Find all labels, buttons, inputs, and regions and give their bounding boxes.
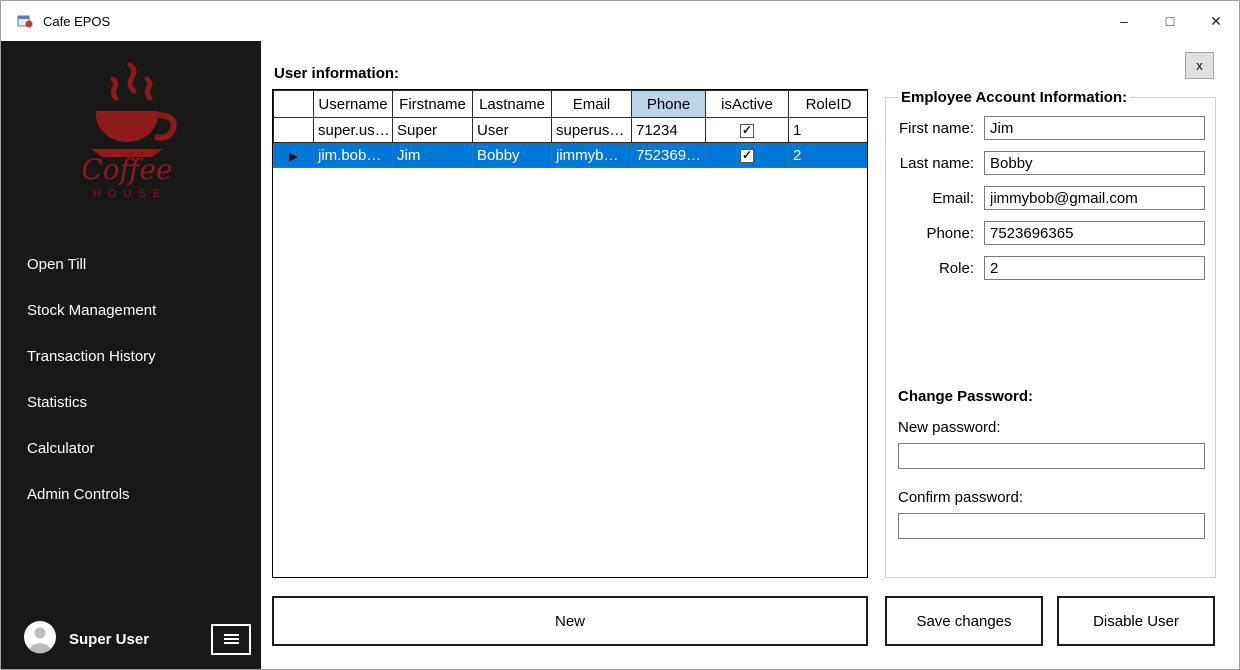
maximize-button[interactable]: □ [1147, 1, 1193, 41]
email-label: Email: [932, 189, 974, 207]
sidebar-item-transaction-history[interactable]: Transaction History [1, 333, 261, 379]
sidebar: Coffee HOUSE Open Till Stock Management … [1, 41, 261, 669]
sidebar-item-statistics[interactable]: Statistics [1, 379, 261, 425]
change-password-title: Change Password: [898, 388, 1034, 405]
current-user-name: Super User [69, 630, 150, 648]
cell-isactive [705, 142, 789, 168]
cell-lastname[interactable]: Bobby [472, 142, 552, 168]
user-grid: Username Firstname Lastname Email Phone … [272, 89, 868, 578]
first-name-field[interactable] [984, 116, 1205, 140]
cell-username[interactable]: jim.bob… [313, 142, 393, 168]
window-controls: – □ ✕ [1101, 1, 1239, 41]
column-header-email[interactable]: Email [551, 90, 632, 118]
close-button[interactable]: ✕ [1193, 1, 1239, 41]
user-information-title: User information: [274, 65, 400, 82]
hamburger-icon [223, 632, 239, 646]
role-label: Role: [938, 259, 974, 277]
row-header-cell[interactable]: ▶ [273, 142, 314, 168]
role-row: Role: [898, 256, 1205, 280]
table-row-selected[interactable]: ▶ jim.bob… Jim Bobby jimmyb… 752369… 2 [273, 142, 867, 168]
first-name-label: First name: [898, 119, 974, 137]
cell-email[interactable]: superus… [551, 117, 632, 143]
coffee-cup-icon: Coffee HOUSE [81, 62, 177, 200]
row-header-cell[interactable] [273, 117, 314, 143]
email-row: Email: [898, 186, 1205, 210]
column-header-firstname[interactable]: Firstname [392, 90, 473, 118]
window-title: Cafe EPOS [43, 13, 111, 29]
current-user-row: Super User [1, 617, 261, 661]
phone-label: Phone: [926, 224, 974, 242]
app-window: Cafe EPOS – □ ✕ Coffee HOUSE Open Till S… [0, 0, 1240, 670]
isactive-checkbox[interactable] [740, 123, 754, 138]
cell-roleid[interactable]: 1 [788, 117, 867, 143]
cell-phone[interactable]: 752369… [631, 142, 706, 168]
grid-corner-cell[interactable] [273, 90, 314, 118]
cell-roleid[interactable]: 2 [788, 142, 867, 168]
save-changes-button[interactable]: Save changes [885, 596, 1043, 646]
sidebar-item-open-till[interactable]: Open Till [1, 241, 261, 287]
sidebar-menu-button[interactable] [211, 623, 251, 655]
table-row[interactable]: super.us… Super User superus… 71234 1 [273, 117, 867, 143]
column-header-lastname[interactable]: Lastname [472, 90, 552, 118]
role-field[interactable] [984, 256, 1205, 280]
logo-text-line1: Coffee [81, 153, 172, 186]
sidebar-item-admin-controls[interactable]: Admin Controls [1, 471, 261, 517]
column-header-roleid[interactable]: RoleID [788, 90, 867, 118]
phone-field[interactable] [984, 221, 1205, 245]
grid-header-row: Username Firstname Lastname Email Phone … [273, 90, 867, 118]
coffee-house-logo: Coffee HOUSE [1, 55, 261, 215]
cell-phone[interactable]: 71234 [631, 117, 706, 143]
sidebar-item-calculator[interactable]: Calculator [1, 425, 261, 471]
last-name-label: Last name: [899, 154, 974, 172]
confirm-password-field[interactable] [898, 513, 1205, 539]
confirm-password-label: Confirm password: [898, 489, 1024, 506]
isactive-checkbox[interactable] [740, 148, 754, 163]
cell-email[interactable]: jimmyb… [551, 142, 632, 168]
new-button[interactable]: New [272, 596, 868, 646]
phone-row: Phone: [898, 221, 1205, 245]
groupbox-title: Employee Account Information: [901, 89, 1128, 106]
cell-firstname[interactable]: Super [392, 117, 473, 143]
cell-lastname[interactable]: User [472, 117, 552, 143]
disable-user-button[interactable]: Disable User [1057, 596, 1215, 646]
last-name-row: Last name: [898, 151, 1205, 175]
sidebar-nav: Open Till Stock Management Transaction H… [1, 241, 261, 517]
first-name-row: First name: [898, 116, 1205, 140]
minimize-button[interactable]: – [1101, 1, 1147, 41]
email-field[interactable] [984, 186, 1205, 210]
column-header-isactive[interactable]: isActive [705, 90, 789, 118]
new-password-label: New password: [898, 419, 1001, 436]
panel-close-button[interactable]: x [1185, 52, 1214, 79]
cell-firstname[interactable]: Jim [392, 142, 473, 168]
column-header-username[interactable]: Username [313, 90, 393, 118]
cell-username[interactable]: super.us… [313, 117, 393, 143]
logo-text-line2: HOUSE [93, 188, 167, 200]
user-avatar-icon [23, 620, 57, 659]
new-password-field[interactable] [898, 443, 1205, 469]
column-header-phone[interactable]: Phone [631, 90, 706, 118]
titlebar: Cafe EPOS – □ ✕ [1, 1, 1239, 41]
employee-account-groupbox: Employee Account Information: First name… [885, 89, 1216, 578]
cell-isactive [705, 117, 789, 143]
last-name-field[interactable] [984, 151, 1205, 175]
app-icon [17, 13, 33, 29]
sidebar-item-stock-management[interactable]: Stock Management [1, 287, 261, 333]
current-row-marker-icon: ▶ [289, 150, 298, 163]
